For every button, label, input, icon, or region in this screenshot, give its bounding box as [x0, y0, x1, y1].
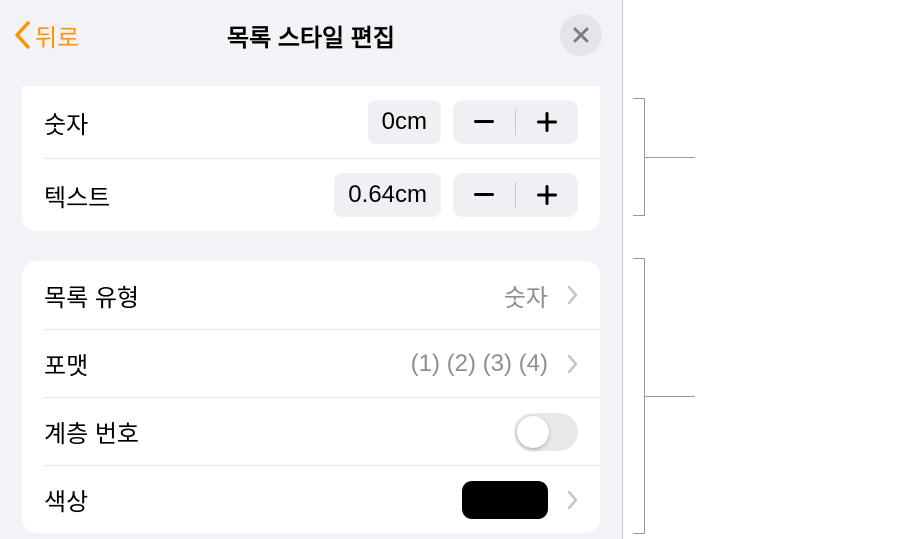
number-indent-decrease-button[interactable]	[453, 100, 515, 144]
edit-list-style-panel: 뒤로 목록 스타일 편집 숫자 0cm	[0, 0, 623, 539]
close-icon	[573, 27, 589, 43]
number-indent-stepper	[453, 100, 578, 144]
callout-line-2	[645, 396, 695, 397]
text-indent-increase-button[interactable]	[516, 173, 578, 217]
tiered-numbers-toggle[interactable]	[514, 413, 578, 451]
chevron-right-icon	[568, 491, 578, 509]
callout-line-1	[645, 157, 695, 158]
format-row[interactable]: 포맷 (1) (2) (3) (4)	[44, 329, 600, 397]
toggle-knob	[517, 416, 549, 448]
callout-bracket-2	[633, 258, 645, 534]
back-label: 뒤로	[35, 18, 79, 53]
format-right: (1) (2) (3) (4)	[411, 350, 578, 378]
color-swatch	[462, 481, 548, 519]
format-label: 포맷	[44, 346, 88, 381]
minus-icon	[474, 120, 494, 124]
tiered-numbers-row: 계층 번호	[44, 397, 600, 465]
panel-title: 목록 스타일 편집	[227, 18, 395, 53]
plus-icon	[537, 112, 557, 132]
text-indent-value[interactable]: 0.64cm	[334, 173, 441, 217]
number-indent-controls: 0cm	[368, 100, 578, 144]
list-type-label: 목록 유형	[44, 278, 139, 313]
chevron-right-icon	[568, 286, 578, 304]
number-indent-row: 숫자 0cm	[22, 86, 600, 158]
chevron-right-icon	[568, 355, 578, 373]
chevron-left-icon	[14, 21, 31, 49]
panel-header: 뒤로 목록 스타일 편집	[0, 0, 622, 74]
minus-icon	[474, 193, 494, 197]
list-options-section: 목록 유형 숫자 포맷 (1) (2) (3) (4) 계층 번호	[22, 261, 600, 533]
close-button[interactable]	[560, 14, 602, 56]
text-indent-stepper	[453, 173, 578, 217]
format-value: (1) (2) (3) (4)	[411, 350, 548, 378]
text-indent-controls: 0.64cm	[334, 173, 578, 217]
color-label: 색상	[44, 482, 88, 517]
text-indent-row: 텍스트 0.64cm	[44, 158, 600, 231]
list-type-value: 숫자	[504, 278, 548, 313]
back-button[interactable]: 뒤로	[14, 18, 79, 53]
number-indent-label: 숫자	[44, 105, 88, 140]
tiered-numbers-right	[514, 413, 578, 451]
tiered-numbers-label: 계층 번호	[44, 414, 139, 449]
list-type-right: 숫자	[504, 278, 578, 313]
text-indent-decrease-button[interactable]	[453, 173, 515, 217]
color-row[interactable]: 색상	[44, 465, 600, 533]
text-indent-label: 텍스트	[44, 178, 110, 213]
number-indent-increase-button[interactable]	[516, 100, 578, 144]
callout-bracket-1	[633, 98, 645, 216]
list-type-row[interactable]: 목록 유형 숫자	[22, 261, 600, 329]
indent-section: 숫자 0cm 텍스트 0.64cm	[22, 86, 600, 231]
plus-icon	[537, 185, 557, 205]
color-right	[462, 481, 578, 519]
number-indent-value[interactable]: 0cm	[368, 100, 441, 144]
